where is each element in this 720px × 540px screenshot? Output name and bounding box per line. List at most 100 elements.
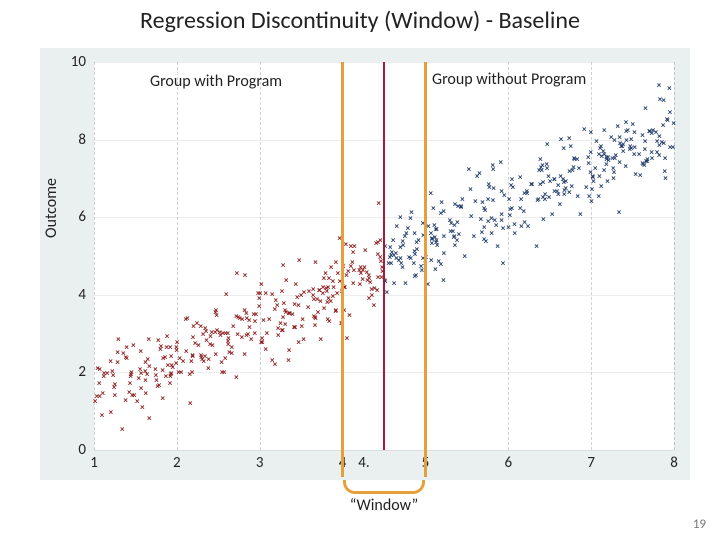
data-point: × bbox=[130, 342, 137, 349]
data-point: × bbox=[330, 284, 337, 291]
data-point: × bbox=[494, 243, 501, 250]
data-point: × bbox=[497, 159, 504, 166]
data-point: × bbox=[547, 178, 554, 185]
data-point: × bbox=[167, 344, 174, 351]
data-point: × bbox=[603, 156, 610, 163]
data-point: × bbox=[454, 237, 461, 244]
data-point: × bbox=[153, 377, 160, 384]
data-point: × bbox=[493, 222, 500, 229]
data-point: × bbox=[310, 292, 317, 299]
data-point: × bbox=[615, 209, 622, 216]
data-point: × bbox=[98, 412, 105, 419]
y-tick: 6 bbox=[64, 208, 86, 226]
data-point: × bbox=[137, 348, 144, 355]
data-point: × bbox=[99, 390, 106, 397]
data-point: × bbox=[641, 146, 648, 153]
data-point: × bbox=[616, 159, 623, 166]
data-point: × bbox=[567, 143, 574, 150]
data-point: × bbox=[157, 343, 164, 350]
data-point: × bbox=[490, 197, 497, 204]
data-point: × bbox=[212, 329, 219, 336]
data-point: × bbox=[560, 176, 567, 183]
data-point: × bbox=[472, 198, 479, 205]
data-point: × bbox=[298, 323, 305, 330]
data-point: × bbox=[544, 141, 551, 148]
data-point: × bbox=[280, 314, 287, 321]
data-point: × bbox=[234, 331, 241, 338]
data-point: × bbox=[415, 237, 422, 244]
data-point: × bbox=[236, 315, 243, 322]
data-point: × bbox=[305, 304, 312, 311]
data-point: × bbox=[199, 356, 206, 363]
data-point: × bbox=[566, 189, 573, 196]
data-point: × bbox=[212, 309, 219, 316]
data-point: × bbox=[666, 85, 673, 92]
data-point: × bbox=[524, 190, 531, 197]
data-point: × bbox=[399, 238, 406, 245]
data-point: × bbox=[213, 307, 220, 314]
data-point: × bbox=[400, 242, 407, 249]
data-point: × bbox=[321, 305, 328, 312]
data-point: × bbox=[601, 151, 608, 158]
data-point: × bbox=[528, 181, 535, 188]
data-point: × bbox=[119, 426, 126, 433]
data-point: × bbox=[364, 277, 371, 284]
data-point: × bbox=[243, 315, 250, 322]
data-point: × bbox=[485, 196, 492, 203]
data-point: × bbox=[107, 358, 114, 365]
data-point: × bbox=[598, 153, 605, 160]
data-point: × bbox=[406, 254, 413, 261]
data-point: × bbox=[334, 290, 341, 297]
data-point: × bbox=[243, 332, 250, 339]
data-point: × bbox=[332, 308, 339, 315]
data-point: × bbox=[433, 239, 440, 246]
data-point: × bbox=[461, 253, 468, 260]
data-point: × bbox=[430, 205, 437, 212]
data-point: × bbox=[312, 314, 319, 321]
data-point: × bbox=[521, 219, 528, 226]
data-point: × bbox=[189, 334, 196, 341]
data-point: × bbox=[316, 287, 323, 294]
data-point: × bbox=[612, 152, 619, 159]
data-point: × bbox=[101, 370, 108, 377]
data-point: × bbox=[213, 312, 220, 319]
data-point: × bbox=[203, 328, 210, 335]
data-point: × bbox=[520, 208, 527, 215]
data-point: × bbox=[344, 335, 351, 342]
data-point: × bbox=[544, 165, 551, 172]
data-point: × bbox=[622, 163, 629, 170]
data-point: × bbox=[239, 316, 246, 323]
gridline-v bbox=[260, 62, 261, 450]
data-point: × bbox=[107, 409, 114, 416]
data-point: × bbox=[603, 161, 610, 168]
data-point: × bbox=[134, 398, 141, 405]
x-tick: 2 bbox=[167, 454, 187, 472]
data-point: × bbox=[627, 143, 634, 150]
data-point: × bbox=[228, 350, 235, 357]
data-point: × bbox=[190, 323, 197, 330]
data-point: × bbox=[478, 229, 485, 236]
y-tick: 2 bbox=[64, 363, 86, 381]
data-point: × bbox=[317, 298, 324, 305]
data-point: × bbox=[94, 365, 101, 372]
data-point: × bbox=[114, 359, 121, 366]
data-point: × bbox=[212, 351, 219, 358]
data-point: × bbox=[127, 380, 134, 387]
data-point: × bbox=[407, 215, 414, 222]
gridline-v bbox=[177, 62, 178, 450]
data-point: × bbox=[398, 260, 405, 267]
data-point: × bbox=[639, 132, 646, 139]
data-point: × bbox=[205, 365, 212, 372]
data-point: × bbox=[459, 196, 466, 203]
data-point: × bbox=[266, 316, 273, 323]
data-point: × bbox=[637, 172, 644, 179]
data-point: × bbox=[609, 155, 616, 162]
data-point: × bbox=[367, 279, 374, 286]
data-point: × bbox=[474, 173, 481, 180]
data-point: × bbox=[146, 363, 153, 370]
data-point: × bbox=[92, 398, 99, 405]
data-point: × bbox=[592, 165, 599, 172]
data-point: × bbox=[222, 355, 229, 362]
data-point: × bbox=[433, 226, 440, 233]
data-point: × bbox=[455, 203, 462, 210]
